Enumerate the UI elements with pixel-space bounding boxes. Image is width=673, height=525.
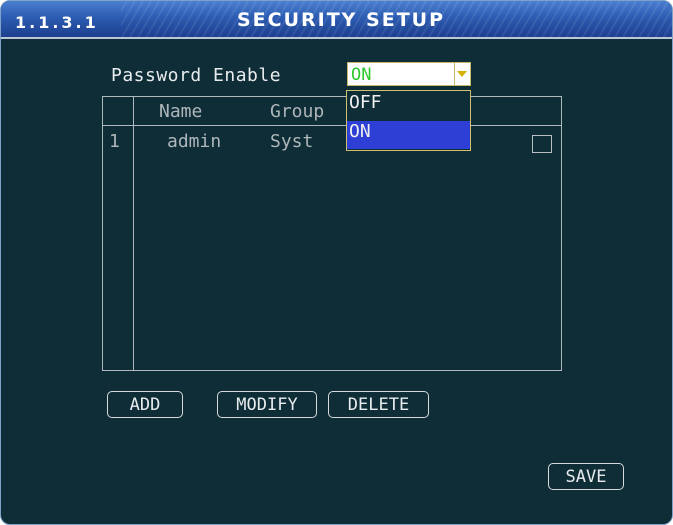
- delete-button[interactable]: DELETE: [328, 391, 429, 418]
- menu-path: 1.1.3.1: [15, 13, 99, 32]
- password-enable-label: Password Enable: [111, 65, 282, 86]
- page-title: SECURITY SETUP: [236, 9, 446, 31]
- user-table: Name Group 1 admin Syst: [102, 96, 562, 371]
- row-checkbox[interactable]: [532, 135, 552, 153]
- dropdown-toggle[interactable]: [454, 63, 470, 85]
- column-divider: [133, 97, 134, 370]
- save-button[interactable]: SAVE: [548, 463, 624, 490]
- password-enable-dropdown-list: OFF ON: [346, 90, 471, 151]
- row-name[interactable]: admin: [167, 131, 221, 152]
- password-enable-value: ON: [351, 65, 372, 85]
- password-enable-select[interactable]: ON: [347, 62, 471, 86]
- add-button[interactable]: ADD: [107, 391, 183, 418]
- title-bar: 1.1.3.1 SECURITY SETUP: [1, 1, 672, 39]
- security-setup-window: 1.1.3.1 SECURITY SETUP Password Enable O…: [0, 0, 673, 525]
- column-header-name: Name: [159, 101, 203, 122]
- row-index: 1: [109, 131, 120, 152]
- option-on[interactable]: ON: [347, 121, 470, 149]
- chevron-down-icon: [457, 71, 467, 77]
- option-off[interactable]: OFF: [347, 92, 470, 120]
- header-divider: [103, 125, 561, 126]
- row-group[interactable]: Syst: [270, 131, 313, 152]
- modify-button[interactable]: MODIFY: [217, 391, 317, 418]
- column-header-group: Group: [270, 101, 325, 122]
